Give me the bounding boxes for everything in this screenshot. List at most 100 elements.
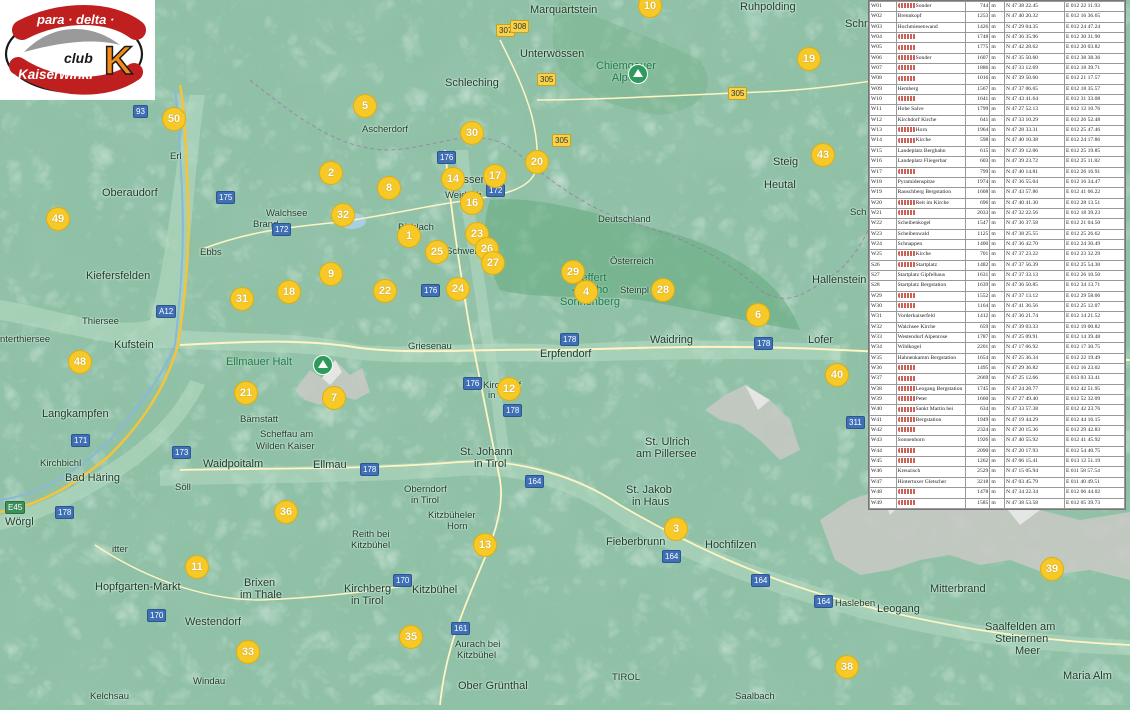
redacted-name-mark xyxy=(897,44,916,50)
waypoint-marker-2[interactable]: 2 xyxy=(319,161,343,185)
waypoint-cell-alt: 598 xyxy=(965,135,991,147)
waypoint-marker-32[interactable]: 32 xyxy=(331,203,355,227)
waypoint-marker-17[interactable]: 17 xyxy=(483,164,507,188)
road-shield: 305 xyxy=(537,73,557,86)
waypoint-cell-name xyxy=(895,166,967,178)
table-row: W20 Reit im Kirche 696 m N 47 40 41.30 E 012 … xyxy=(869,197,1125,209)
waypoint-cell-id: W50 xyxy=(869,507,897,509)
waypoint-cell-lat: N 47 36 50.85 xyxy=(1004,280,1065,292)
waypoint-cell-id: W18 xyxy=(869,176,897,189)
waypoint-marker-49[interactable]: 49 xyxy=(46,207,70,231)
waypoint-cell-name: Peter xyxy=(895,394,967,406)
waypoint-marker-7[interactable]: 7 xyxy=(322,386,346,410)
waypoint-marker-28[interactable]: 28 xyxy=(651,278,675,302)
table-row: W25 Kirche 701 m N 47 37 23.22 E 012 23 32.29 xyxy=(869,249,1125,261)
waypoint-marker-20[interactable]: 20 xyxy=(525,150,549,174)
park-label-line: Ellmauer Halt xyxy=(226,356,293,368)
mountain-peak-icon[interactable] xyxy=(313,355,333,375)
road-shield: 93 xyxy=(133,105,148,118)
waypoint-marker-1[interactable]: 1 xyxy=(397,224,421,248)
waypoint-marker-25[interactable]: 25 xyxy=(425,240,449,264)
waypoint-marker-13[interactable]: 13 xyxy=(473,533,497,557)
mountain-peak-icon[interactable] xyxy=(628,64,648,84)
table-row: W08 1016 m N 47 39 50.60 E 012 21 17.57 xyxy=(869,73,1125,85)
waypoint-marker-3[interactable]: 3 xyxy=(664,517,688,541)
waypoint-marker-35[interactable]: 35 xyxy=(399,625,423,649)
logo-club-text: club xyxy=(64,50,93,66)
redacted-name-mark xyxy=(897,303,916,309)
waypoint-cell-name: Kirchdorf Kirche xyxy=(895,114,967,127)
waypoint-marker-30[interactable]: 30 xyxy=(460,121,484,145)
waypoint-marker-40[interactable]: 40 xyxy=(825,363,849,387)
waypoint-cell-alt: 1262 xyxy=(965,456,991,468)
waypoint-marker-19[interactable]: 19 xyxy=(797,47,821,71)
redacted-name-mark xyxy=(897,75,916,81)
waypoint-marker-12[interactable]: 12 xyxy=(497,377,521,401)
waypoint-cell-alt: 1641 xyxy=(965,94,991,106)
waypoint-cell-name xyxy=(895,487,967,499)
waypoint-marker-11[interactable]: 11 xyxy=(185,555,209,579)
road-shield: 176 xyxy=(437,151,457,164)
waypoint-marker-16[interactable]: 16 xyxy=(460,191,484,215)
waypoint-cell-id: W23 xyxy=(869,228,897,240)
waypoint-name-text: Kirche xyxy=(915,137,931,144)
waypoint-cell-lon: E 012 18 39.23 xyxy=(1063,207,1125,220)
waypoint-cell-unit: m xyxy=(989,300,1006,313)
waypoint-cell-lon: E 012 54 40.75 xyxy=(1063,445,1125,458)
waypoint-cell-alt: 615 xyxy=(965,145,991,158)
waypoint-cell-unit: m xyxy=(989,32,1006,44)
waypoint-cell-id: W22 xyxy=(869,218,897,230)
waypoint-cell-name xyxy=(895,63,967,75)
waypoint-cell-lat: N 47 27 49.40 xyxy=(1004,394,1065,406)
waypoint-marker-27[interactable]: 27 xyxy=(481,251,505,275)
waypoint-cell-name: Kranzhorn xyxy=(895,507,967,509)
waypoint-marker-8[interactable]: 8 xyxy=(377,176,401,200)
waypoint-cell-lon: E 012 22 11.93 xyxy=(1063,1,1125,13)
waypoint-cell-lon: E 012 44 16.15 xyxy=(1063,414,1125,427)
waypoint-marker-6[interactable]: 6 xyxy=(746,303,770,327)
waypoint-cell-id: W35 xyxy=(869,352,897,365)
waypoint-cell-alt: 1745 xyxy=(965,383,991,396)
waypoint-cell-id: W46 xyxy=(869,466,897,478)
road-shield: 161 xyxy=(451,622,471,635)
waypoint-marker-24[interactable]: 24 xyxy=(446,277,470,301)
waypoint-marker-5[interactable]: 5 xyxy=(353,94,377,118)
logo-k-letter: K xyxy=(104,39,133,83)
waypoint-marker-48[interactable]: 48 xyxy=(68,350,92,374)
waypoint-cell-alt: 1974 xyxy=(965,176,991,189)
redacted-name-mark xyxy=(897,65,916,71)
waypoint-cell-lat: N 47 15 05.94 xyxy=(1004,466,1065,478)
waypoint-marker-18[interactable]: 18 xyxy=(277,280,301,304)
waypoint-marker-4[interactable]: 4 xyxy=(574,280,598,304)
waypoint-cell-alt: 1799 xyxy=(965,104,991,116)
waypoint-cell-name: Sonder xyxy=(895,52,967,65)
waypoint-marker-9[interactable]: 9 xyxy=(319,262,343,286)
waypoint-name-text: Reit im Kirche xyxy=(915,199,949,206)
waypoint-marker-39[interactable]: 39 xyxy=(1040,557,1064,581)
waypoint-marker-22[interactable]: 22 xyxy=(373,279,397,303)
waypoint-cell-unit: m xyxy=(989,259,1006,271)
waypoint-marker-33[interactable]: 33 xyxy=(236,640,260,664)
waypoint-marker-29[interactable]: 29 xyxy=(561,260,585,284)
table-row: W34 Wildkogel 2201 m N 47 17 06.92 E 012 17 3… xyxy=(869,342,1125,354)
logo-graphic: para · delta · club K Kaiserwinkl xyxy=(4,5,146,95)
waypoint-cell-alt: 1631 xyxy=(965,269,991,282)
redacted-name-mark xyxy=(897,96,916,102)
table-row: W19 Rauschberg Bergstation 1608 m N 47 43 57… xyxy=(869,187,1125,199)
waypoint-cell-unit: m xyxy=(989,425,1006,437)
waypoint-cell-alt: 1748 xyxy=(965,32,991,44)
waypoint-marker-50[interactable]: 50 xyxy=(162,107,186,131)
waypoint-marker-43[interactable]: 43 xyxy=(811,143,835,167)
waypoint-marker-21[interactable]: 21 xyxy=(234,381,258,405)
road-shield: 176 xyxy=(463,377,483,390)
table-row: W49 1585 m N 47 38 53.58 E 012 05 39.73 xyxy=(869,497,1125,509)
waypoint-cell-name: Westendorf Alpenrose xyxy=(895,331,967,344)
waypoint-marker-36[interactable]: 36 xyxy=(274,500,298,524)
waypoint-cell-lon: E 012 14 39.48 xyxy=(1063,331,1125,344)
waypoint-cell-name: Bergstation xyxy=(895,414,967,427)
waypoint-marker-38[interactable]: 38 xyxy=(835,655,859,679)
redacted-name-mark xyxy=(897,375,916,381)
waypoint-cell-lat: N 47 32 22.56 xyxy=(1004,207,1065,220)
waypoint-marker-14[interactable]: 14 xyxy=(441,167,465,191)
waypoint-marker-31[interactable]: 31 xyxy=(230,287,254,311)
